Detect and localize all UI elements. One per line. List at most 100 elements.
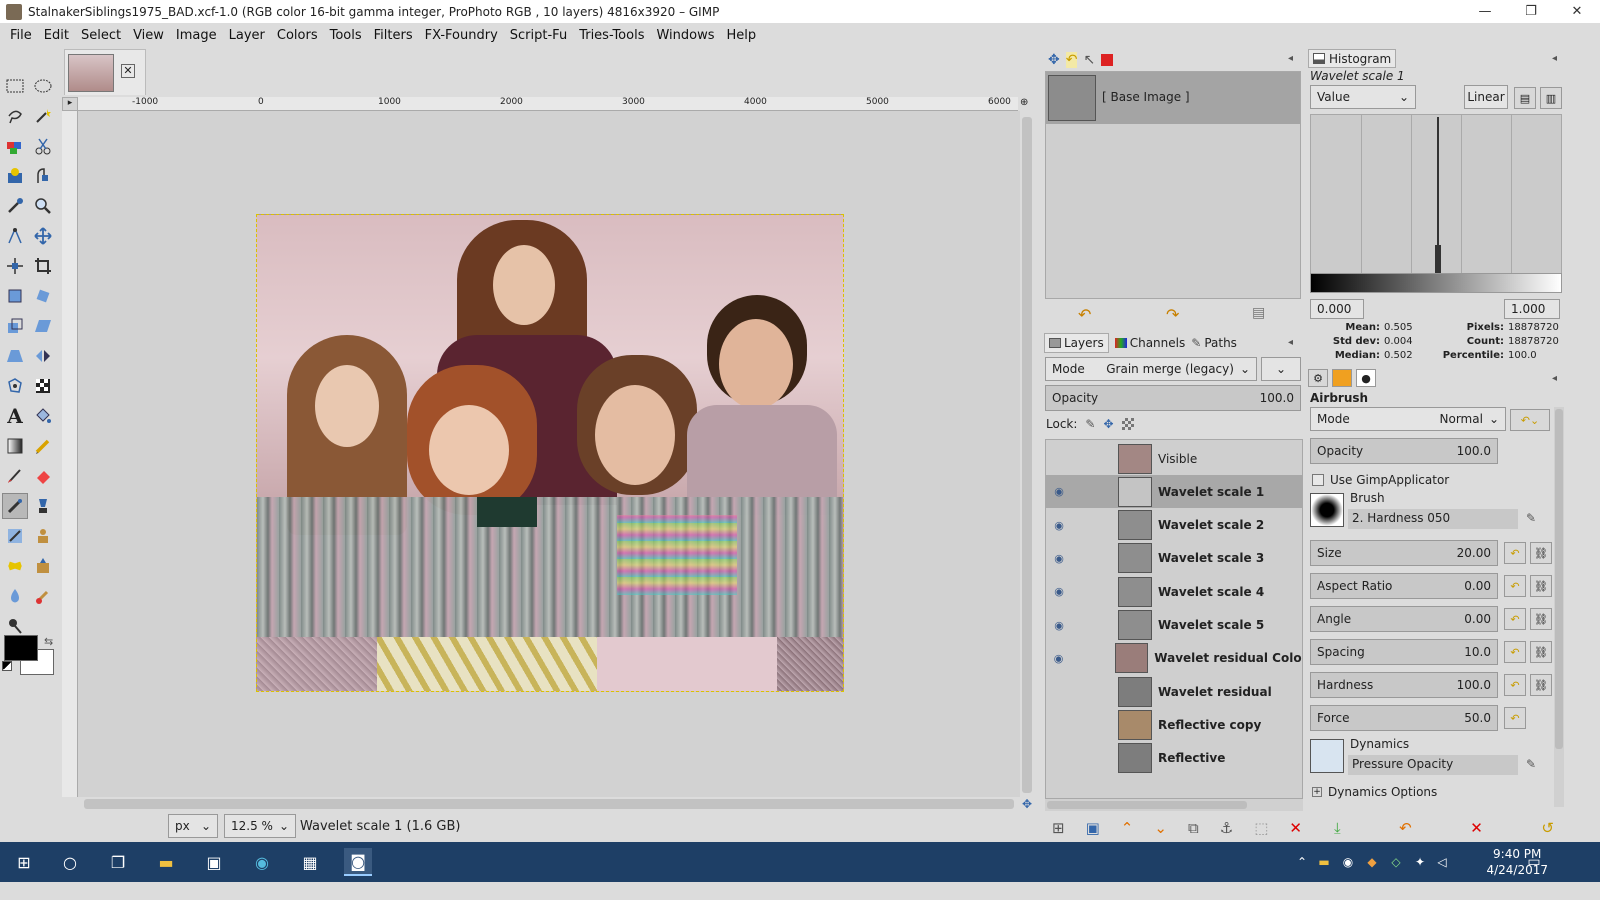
- delete-layer-icon[interactable]: ✕: [1289, 819, 1302, 837]
- delete-options-icon[interactable]: ✕: [1470, 819, 1483, 837]
- anchor-layer-icon[interactable]: ⚓: [1220, 819, 1233, 837]
- palette-tab-icon[interactable]: [1332, 369, 1352, 387]
- reset-size-icon[interactable]: ↶: [1504, 542, 1526, 564]
- align-icon[interactable]: [2, 253, 28, 279]
- edit-dynamics-icon[interactable]: ✎: [1526, 757, 1536, 771]
- stop-tab-icon[interactable]: [1101, 54, 1114, 66]
- force-slider[interactable]: Force 50.0: [1310, 705, 1498, 731]
- histogram-linear-button[interactable]: Linear: [1464, 85, 1508, 109]
- applicator-checkbox[interactable]: [1312, 474, 1324, 486]
- brushes-tab-icon[interactable]: ●: [1356, 369, 1376, 387]
- paint-mode-select[interactable]: Mode Normal ⌄: [1310, 407, 1506, 431]
- image-canvas[interactable]: [256, 214, 844, 692]
- brush-name[interactable]: 2. Hardness 050: [1348, 509, 1518, 529]
- tool-options-tab-icon[interactable]: ✥: [1048, 52, 1060, 68]
- layer-opacity-slider[interactable]: Opacity 100.0: [1045, 385, 1301, 411]
- layer-row[interactable]: ◉ Wavelet scale 5: [1046, 609, 1302, 642]
- brush-preview[interactable]: [1310, 493, 1344, 527]
- minimize-button[interactable]: —: [1462, 0, 1508, 23]
- new-layer-icon[interactable]: ⊞: [1052, 819, 1065, 837]
- crop-icon[interactable]: [30, 253, 56, 279]
- menu-tools[interactable]: Tools: [324, 28, 368, 43]
- composite-mode-button[interactable]: ⌄: [1261, 357, 1301, 381]
- layer-row[interactable]: ◉ Wavelet scale 2: [1046, 509, 1302, 542]
- undo-icon[interactable]: ↶: [1078, 305, 1091, 324]
- windows-start-icon[interactable]: ⊞: [10, 848, 38, 876]
- horizontal-scrollbar[interactable]: [78, 797, 1020, 811]
- dock-menu-icon[interactable]: ◂: [1288, 53, 1293, 64]
- maximize-button[interactable]: ❐: [1508, 0, 1554, 23]
- cage-transform-icon[interactable]: [2, 373, 28, 399]
- scissors-icon[interactable]: [30, 133, 56, 159]
- applicator-row[interactable]: Use GimpApplicator: [1312, 473, 1449, 487]
- visibility-eye-icon[interactable]: ◉: [1046, 585, 1072, 598]
- undo-history-list[interactable]: [ Base Image ]: [1045, 71, 1301, 299]
- layer-row[interactable]: ◉ Wavelet scale 3: [1046, 542, 1302, 575]
- task-view-icon[interactable]: ❐: [104, 848, 132, 876]
- measure-icon[interactable]: [2, 223, 28, 249]
- dock-menu-icon[interactable]: ◂: [1552, 53, 1557, 64]
- eraser-icon[interactable]: [30, 463, 56, 489]
- rect-select-icon[interactable]: [2, 73, 28, 99]
- ink-icon[interactable]: [30, 493, 56, 519]
- shear-icon[interactable]: [30, 313, 56, 339]
- lock-position-icon[interactable]: ✥: [1103, 417, 1113, 431]
- reset-spacing-icon[interactable]: ↶: [1504, 641, 1526, 663]
- size-slider[interactable]: Size 20.00: [1310, 540, 1498, 566]
- menu-tries-tools[interactable]: Tries-Tools: [573, 28, 650, 43]
- visibility-eye-icon[interactable]: ◉: [1046, 652, 1071, 665]
- swap-colors-icon[interactable]: ⇆: [44, 635, 53, 648]
- vertical-scrollbar[interactable]: [1020, 111, 1034, 797]
- angle-slider[interactable]: Angle 0.00: [1310, 606, 1498, 632]
- redo-icon[interactable]: ↷: [1166, 305, 1179, 324]
- zoom-icon[interactable]: [30, 193, 56, 219]
- aspect-ratio-slider[interactable]: Aspect Ratio 0.00: [1310, 573, 1498, 599]
- layer-row[interactable]: Wavelet residual: [1046, 675, 1302, 708]
- layer-row[interactable]: ◉ Wavelet scale 1: [1046, 475, 1302, 509]
- ellipse-select-icon[interactable]: [30, 73, 56, 99]
- browser-icon[interactable]: ◉: [248, 848, 276, 876]
- clear-history-icon[interactable]: ▤: [1252, 305, 1265, 321]
- tab-channels[interactable]: Channels: [1114, 336, 1185, 350]
- foreground-select-icon[interactable]: [2, 163, 28, 189]
- close-tab-icon[interactable]: ✕: [121, 64, 135, 78]
- menu-layer[interactable]: Layer: [223, 28, 271, 43]
- pointer-tab-icon[interactable]: ↖: [1083, 52, 1095, 68]
- tab-layers[interactable]: Layers: [1044, 333, 1109, 353]
- reset-hardness-icon[interactable]: ↶: [1504, 674, 1526, 696]
- link-aspect-icon[interactable]: ⛓: [1530, 575, 1552, 597]
- terminal-icon[interactable]: ▣: [200, 848, 228, 876]
- menu-help[interactable]: Help: [721, 28, 763, 43]
- clone-icon[interactable]: [30, 523, 56, 549]
- menu-script-fu[interactable]: Script-Fu: [504, 28, 573, 43]
- link-spacing-icon[interactable]: ⛓: [1530, 641, 1552, 663]
- reset-aspect-icon[interactable]: ↶: [1504, 575, 1526, 597]
- dynamics-value[interactable]: Pressure Opacity: [1348, 755, 1518, 775]
- calculator-icon[interactable]: ▦: [296, 848, 324, 876]
- lasso-icon[interactable]: [2, 103, 28, 129]
- heal-icon[interactable]: [2, 553, 28, 579]
- linear-histogram-icon[interactable]: ▤: [1514, 87, 1536, 109]
- warp-transform-icon[interactable]: [30, 373, 56, 399]
- lock-alpha-icon[interactable]: [1121, 418, 1134, 430]
- layer-row[interactable]: ◉ Wavelet residual Color: [1046, 642, 1302, 675]
- menu-windows[interactable]: Windows: [650, 28, 720, 43]
- tool-options-scroll-thumb[interactable]: [1555, 409, 1563, 749]
- reset-force-icon[interactable]: ↶: [1504, 707, 1526, 729]
- tab-histogram[interactable]: Histogram: [1308, 49, 1397, 68]
- merge-layer-icon[interactable]: ⬚: [1254, 819, 1268, 837]
- text-tool-icon[interactable]: A: [2, 403, 28, 429]
- notifications-icon[interactable]: ▭: [1520, 848, 1548, 876]
- range-min-spin[interactable]: 0.000: [1310, 299, 1364, 319]
- histogram-channel-select[interactable]: Value ⌄: [1310, 85, 1416, 109]
- blur-icon[interactable]: [2, 583, 28, 609]
- link-angle-icon[interactable]: ⛓: [1530, 608, 1552, 630]
- menu-view[interactable]: View: [127, 28, 170, 43]
- fuzzy-select-icon[interactable]: [30, 103, 56, 129]
- layer-row[interactable]: Reflective copy: [1046, 708, 1302, 741]
- scale-icon[interactable]: [2, 313, 28, 339]
- layer-row[interactable]: Reflective: [1046, 742, 1302, 775]
- restore-options-icon[interactable]: ↶: [1399, 819, 1412, 837]
- unified-transform-icon[interactable]: [2, 283, 28, 309]
- airbrush-icon[interactable]: [2, 493, 28, 519]
